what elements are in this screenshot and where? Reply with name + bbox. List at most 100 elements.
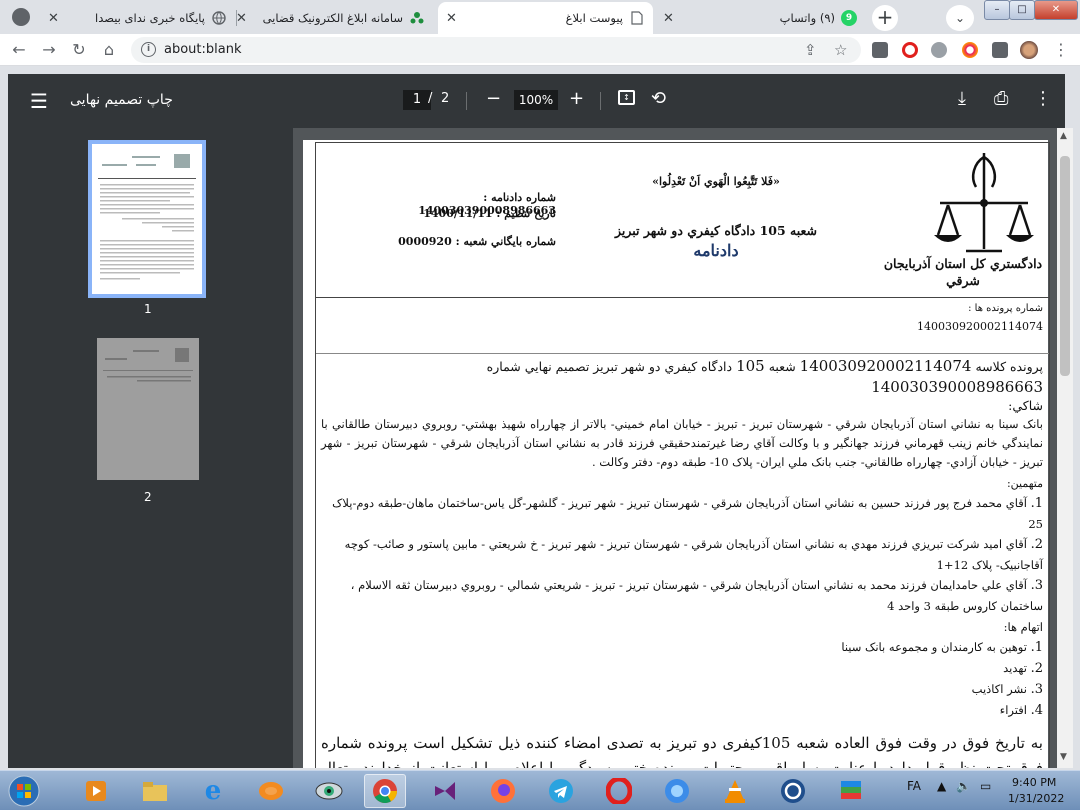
zoom-out-icon[interactable]: − [486, 88, 501, 109]
profile-avatar[interactable] [1020, 41, 1038, 59]
bookmark-star-icon[interactable]: ☆ [834, 41, 847, 59]
case-line-mid: شعبه [768, 359, 796, 374]
toolbar-divider [466, 92, 467, 110]
scroll-down-icon[interactable]: ▼ [1060, 752, 1067, 762]
pdf-title: چاپ تصمیم نهایی [70, 92, 173, 108]
volume-icon[interactable]: 🔈 [956, 779, 971, 793]
charges-label: اتهام ها: [1003, 620, 1043, 634]
rotate-icon[interactable]: ⟲ [651, 88, 666, 109]
close-icon[interactable]: ✕ [236, 11, 247, 26]
thumbnail-label: 2 [144, 490, 152, 504]
case-line-number: 140030920002114074 [799, 357, 972, 375]
hamburger-menu-icon[interactable]: ☰ [30, 89, 48, 113]
reload-button[interactable]: ↻ [68, 39, 90, 61]
globe-icon [211, 10, 227, 26]
colorful-ext-icon[interactable] [962, 42, 978, 58]
new-tab-button[interactable]: + [872, 5, 898, 31]
close-icon[interactable]: ✕ [663, 11, 674, 26]
ruling-body-text: به تاریخ فوق در وقت فوق العاده شعبه 105ک… [321, 734, 1043, 768]
tab-search-button[interactable]: ⌄ [946, 5, 974, 31]
file-explorer-icon[interactable] [134, 774, 176, 808]
telegram-icon[interactable] [540, 774, 582, 808]
item-text: توهين به کارمندان و مجموعه بانک سينا [841, 640, 1027, 654]
vertical-scrollbar[interactable]: ▲ ▼ [1057, 128, 1073, 768]
complainant-text: بانک سينا به نشاني استان آذربايجان شرقي … [321, 417, 1043, 469]
pdf-toolbar: ☰ چاپ تصمیم نهایی 1 / 2 − 100% + ↕ ⟲ ⤓ ⎙… [8, 74, 1065, 128]
pdf-page: دادگستري کل استان آذربايجان شرقي «فَلا ت… [303, 140, 1050, 768]
eye-app-icon[interactable] [308, 774, 350, 808]
kebab-menu-icon[interactable]: ⋮ [1050, 39, 1072, 61]
tab-groups-icon[interactable] [872, 42, 888, 58]
home-button[interactable]: ⌂ [98, 39, 120, 61]
item-text: افتراء [999, 703, 1027, 717]
court-name: دادگستري کل استان آذربايجان شرقي [883, 256, 1043, 288]
start-orb-icon[interactable] [4, 774, 44, 808]
tab-peyvast-eblagh[interactable]: پیوست ابلاغ ✕ [438, 2, 653, 34]
more-options-icon[interactable]: ⋮ [1034, 88, 1052, 109]
branch-name: شعبه 105 دادگاه کيفري دو شهر تبريز [614, 223, 818, 238]
minimize-button[interactable]: – [984, 0, 1010, 20]
chrome-icon[interactable] [364, 774, 406, 808]
item-text: نشر اکاذيب [971, 682, 1027, 696]
close-icon[interactable]: ✕ [446, 11, 457, 26]
download-icon[interactable]: ⤓ [958, 88, 966, 109]
clock-date[interactable]: 1/31/2022 [1008, 792, 1064, 805]
input-language[interactable]: FA [907, 779, 921, 793]
justice-scales-emblem [934, 153, 1034, 253]
tab-nedaye-bisada[interactable]: پایگاه خبری ندای بیصدا ✕ [40, 2, 235, 34]
tab-eblagh-system[interactable]: سامانه ابلاغ الکترونیک قضایی ✕ [228, 2, 433, 34]
forward-button[interactable]: → [38, 39, 60, 61]
internet-explorer-icon[interactable]: e [192, 774, 234, 808]
pdf-canvas: دادگستري کل استان آذربايجان شرقي «فَلا ت… [293, 128, 1065, 768]
info-icon[interactable]: i [141, 42, 156, 57]
opera-ext-icon[interactable] [902, 42, 918, 58]
page-number-input[interactable]: 1 [403, 90, 431, 110]
window-close-button[interactable]: ✕ [1034, 0, 1078, 20]
field-value: 0000920 [398, 235, 452, 248]
tab-whatsapp[interactable]: 9 (۹) واتساپ ✕ [655, 2, 865, 34]
document-icon [629, 10, 645, 26]
page-thumbnail[interactable] [88, 140, 206, 298]
scrollbar-thumb[interactable] [1060, 156, 1070, 376]
window-menu-icon[interactable] [12, 8, 30, 26]
tray-arrow-icon[interactable]: ▲ [937, 779, 946, 793]
case-numbers-value: 140030920002114074 [917, 320, 1043, 333]
close-icon[interactable]: ✕ [48, 11, 59, 26]
network-icon[interactable]: ▭ [980, 779, 991, 793]
page-thumbnail[interactable] [97, 338, 199, 480]
item-number: 4. [1030, 703, 1043, 718]
visual-studio-icon[interactable] [424, 774, 466, 808]
media-player-icon[interactable] [75, 774, 117, 808]
address-bar[interactable]: i about:blank ⇪ ☆ [131, 37, 861, 63]
list-item: 1. توهين به کارمندان و مجموعه بانک سينا [321, 637, 1043, 658]
case-line-prefix: پرونده کلاسه [975, 359, 1043, 374]
edge-icon[interactable] [656, 774, 698, 808]
extensions-puzzle-icon[interactable] [992, 42, 1008, 58]
stack-app-icon[interactable] [830, 774, 872, 808]
item-number: 3. [1030, 682, 1043, 697]
case-line-rest: دادگاه کيفري دو شهر تبريز تصميم نهايي شم… [486, 359, 733, 374]
maximize-button[interactable]: □ [1009, 0, 1035, 20]
item-text: آقاي محمد فرج پور فرزند حسين به نشاني اس… [332, 496, 1043, 531]
vpn-ext-icon[interactable] [931, 42, 947, 58]
motto: «فَلا تَتَّبِعُوا الْهَوي اَنْ تَعْدِلُو… [652, 175, 780, 188]
zoom-level-input[interactable]: 100% [514, 90, 558, 110]
paint-app-icon[interactable] [250, 774, 292, 808]
zoom-in-icon[interactable]: + [569, 88, 584, 109]
vlc-icon[interactable] [714, 774, 756, 808]
accused-label: متهمين: [1006, 477, 1043, 490]
item-text: آقاي علي حامدايمان فرزند محمد به نشاني ا… [350, 578, 1043, 613]
print-icon[interactable]: ⎙ [994, 88, 1008, 109]
clock-time[interactable]: 9:40 PM [1012, 776, 1056, 789]
back-button[interactable]: ← [8, 39, 30, 61]
fit-page-icon[interactable]: ↕ [618, 90, 635, 105]
firefox-icon[interactable] [482, 774, 524, 808]
sync-app-icon[interactable] [772, 774, 814, 808]
scroll-up-icon[interactable]: ▲ [1060, 131, 1067, 141]
tab-title: سامانه ابلاغ الکترونیک قضایی [262, 11, 403, 25]
opera-icon[interactable] [598, 774, 640, 808]
case-numbers-label: شماره پرونده ها : [968, 303, 1043, 314]
share-icon[interactable]: ⇪ [804, 41, 817, 59]
tab-title: پیوست ابلاغ [565, 11, 623, 25]
toolbar-divider [600, 92, 601, 110]
